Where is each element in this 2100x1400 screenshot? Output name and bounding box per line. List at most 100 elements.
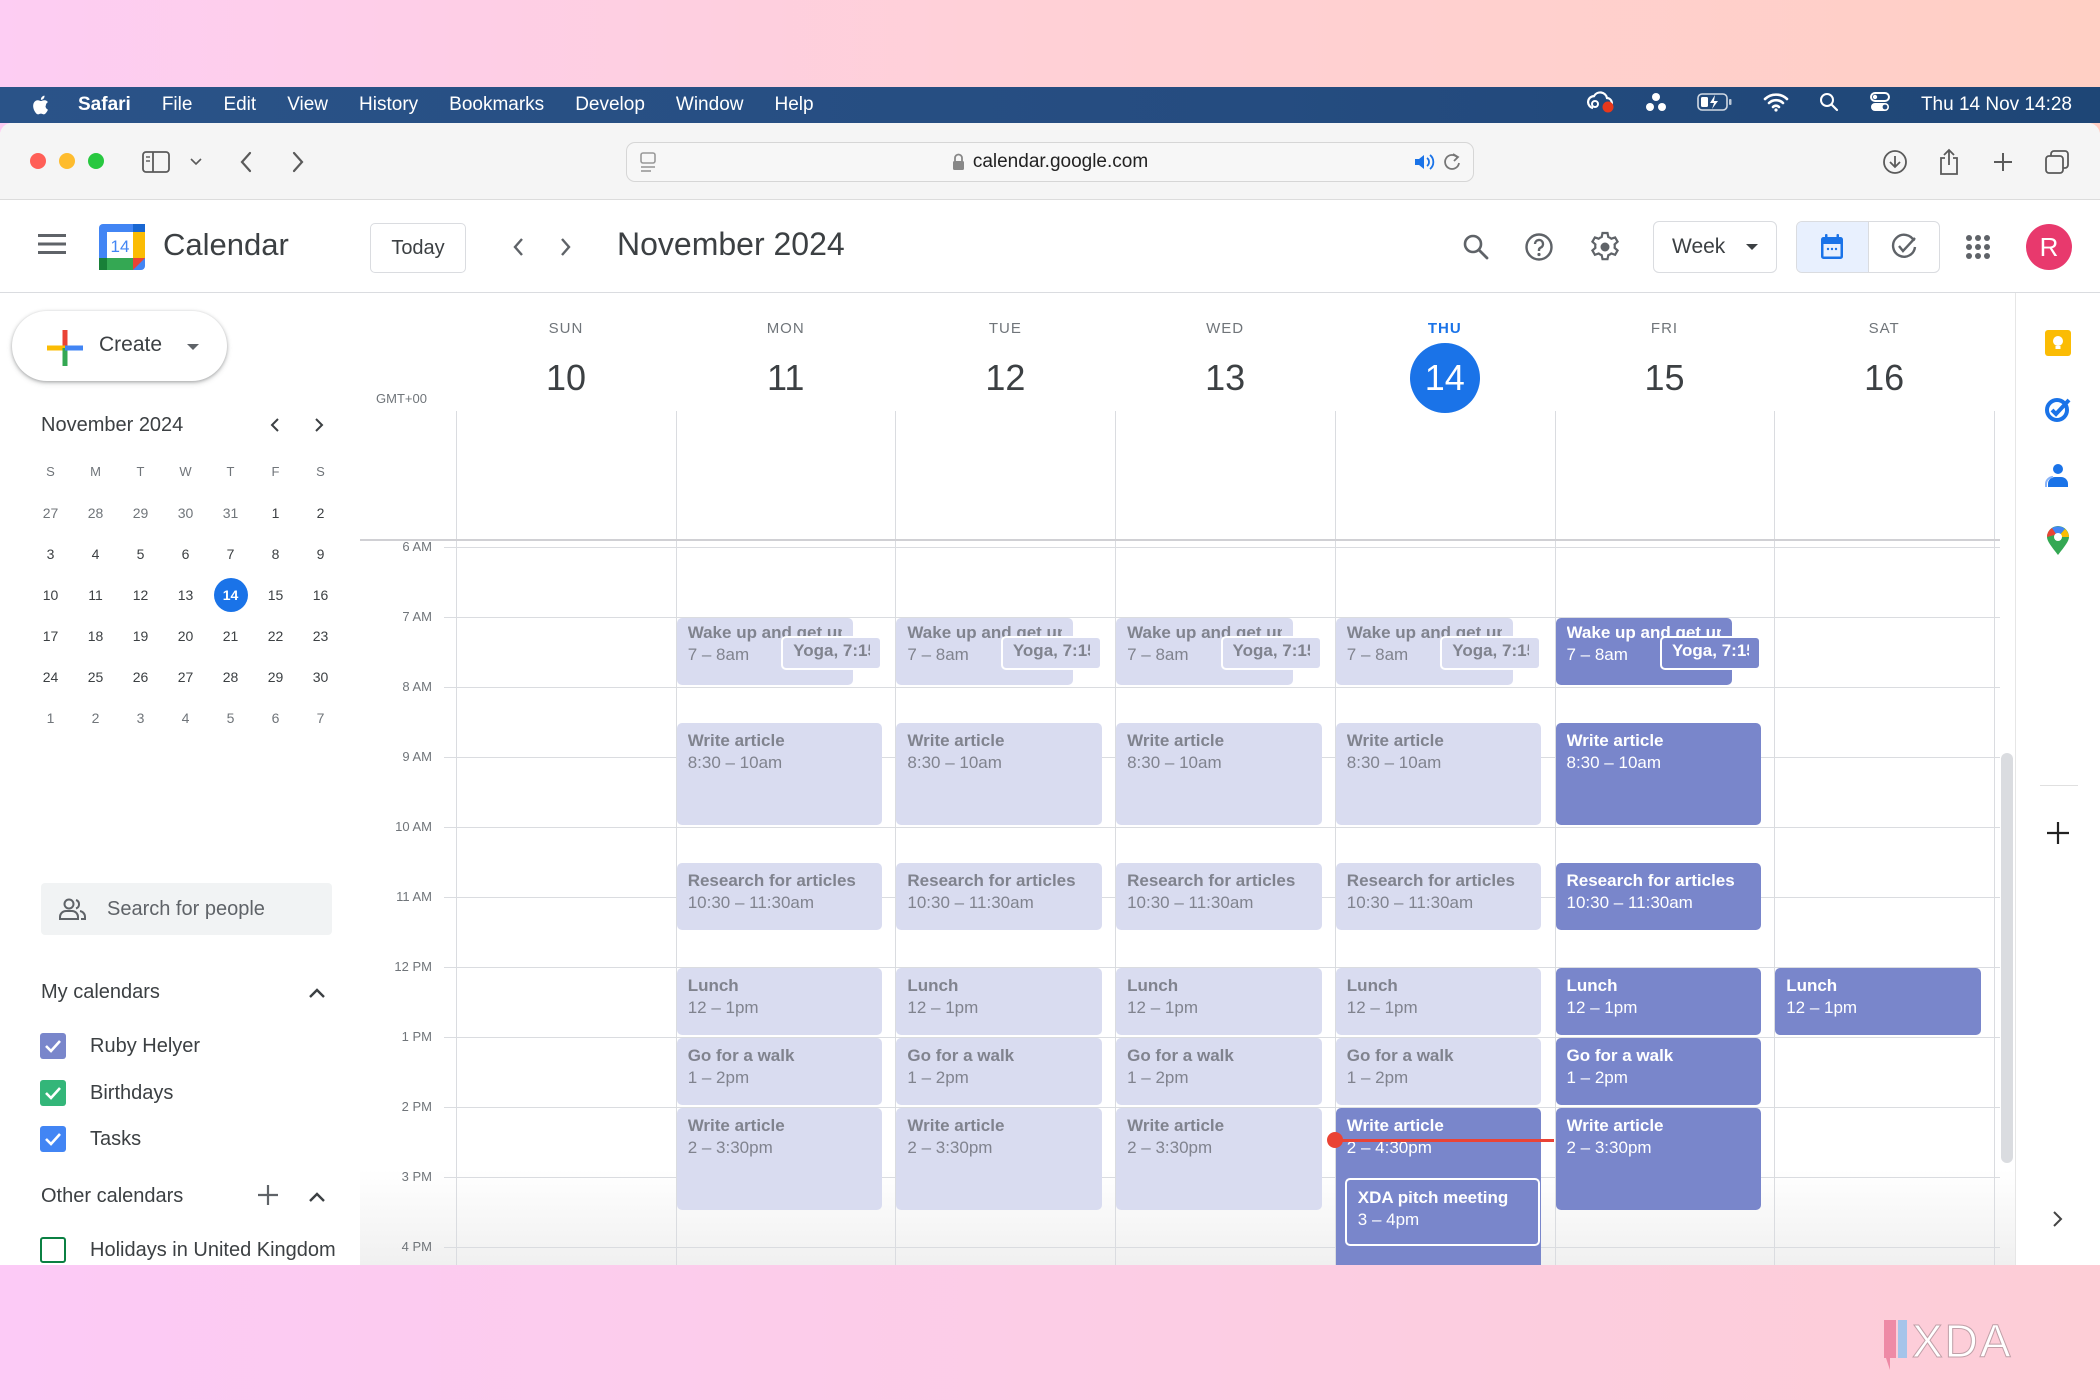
calendar-event[interactable]: Yoga, 7:15am [1000, 635, 1103, 670]
menu-safari[interactable]: Safari [78, 94, 131, 116]
mini-calendar-day[interactable]: 2 [298, 495, 343, 531]
calendar-event[interactable]: Research for articles 10:30 – 11:30am [896, 863, 1103, 930]
calendar-event[interactable]: Lunch 12 – 1pm [1555, 968, 1762, 1035]
mini-calendar-day[interactable]: 3 [28, 536, 73, 572]
mini-calendar-day[interactable]: 23 [298, 618, 343, 654]
mini-calendar-day[interactable]: 7 [298, 700, 343, 736]
sidebar-toggle-icon[interactable] [141, 147, 171, 177]
account-avatar[interactable]: R [2026, 224, 2072, 270]
mini-calendar-day[interactable]: 29 [118, 495, 163, 531]
day-header-mon[interactable]: MON 11 [676, 293, 896, 413]
mini-calendar-day[interactable]: 10 [28, 577, 73, 613]
google-calendar-logo[interactable]: 14 [99, 224, 145, 270]
mini-calendar-day[interactable]: 16 [298, 577, 343, 613]
calendar-item-tasks[interactable]: Tasks [40, 1126, 141, 1152]
mini-calendar-prev-button[interactable] [263, 413, 287, 437]
calendar-event[interactable]: Go for a walk 1 – 2pm [676, 1038, 883, 1105]
day-header-sun[interactable]: SUN 10 [456, 293, 676, 413]
vertical-scrollbar[interactable] [2001, 753, 2013, 1163]
calendar-event[interactable]: Research for articles 10:30 – 11:30am [1116, 863, 1322, 930]
checkbox-checked-icon[interactable] [40, 1126, 66, 1152]
zoom-window-button[interactable] [88, 153, 104, 169]
calendar-event[interactable]: Write article 2 – 3:30pm [896, 1108, 1103, 1210]
calendar-event[interactable]: Go for a walk 1 – 2pm [896, 1038, 1103, 1105]
tab-overview-icon[interactable] [2043, 147, 2071, 177]
checkbox-checked-icon[interactable] [40, 1080, 66, 1106]
calendar-event[interactable]: Lunch 12 – 1pm [1775, 968, 1981, 1035]
creative-cloud-icon[interactable] [1586, 90, 1615, 120]
calendar-event[interactable]: Lunch 12 – 1pm [896, 968, 1103, 1035]
day-number[interactable]: 13 [1190, 343, 1260, 413]
day-number[interactable]: 16 [1849, 343, 1919, 413]
mini-calendar-day[interactable]: 9 [298, 536, 343, 572]
mini-calendar-day[interactable]: 6 [163, 536, 208, 572]
mini-calendar-day[interactable]: 22 [253, 618, 298, 654]
mini-calendar-day[interactable]: 3 [118, 700, 163, 736]
calendar-item-birthdays[interactable]: Birthdays [40, 1080, 173, 1106]
address-bar[interactable]: calendar.google.com [626, 142, 1474, 182]
calendar-event[interactable]: XDA pitch meeting 3 – 4pm [1344, 1178, 1541, 1246]
calendar-event[interactable]: Yoga, 7:15am [1659, 635, 1762, 670]
forward-button[interactable] [288, 147, 308, 177]
apple-logo-icon[interactable] [30, 94, 52, 116]
menu-edit[interactable]: Edit [223, 94, 256, 116]
settings-gear-icon[interactable] [1588, 230, 1622, 264]
close-window-button[interactable] [30, 153, 46, 169]
calendar-event[interactable]: Research for articles 10:30 – 11:30am [676, 863, 883, 930]
day-number-today[interactable]: 14 [1409, 343, 1480, 413]
day-header-wed[interactable]: WED 13 [1115, 293, 1335, 413]
menu-develop[interactable]: Develop [575, 94, 645, 116]
contacts-icon[interactable] [2042, 459, 2074, 491]
day-header-thu[interactable]: THU 14 [1335, 293, 1555, 413]
day-number[interactable]: 12 [970, 343, 1040, 413]
mini-calendar-day-today[interactable]: 14 [208, 577, 253, 613]
my-calendars-title[interactable]: My calendars [41, 981, 160, 1004]
mini-calendar-day[interactable]: 20 [163, 618, 208, 654]
mini-calendar-day[interactable]: 17 [28, 618, 73, 654]
day-number[interactable]: 11 [751, 343, 821, 413]
keep-icon[interactable] [2042, 327, 2074, 359]
tasks-view-toggle[interactable] [1869, 222, 1940, 272]
control-center-icon[interactable] [1869, 91, 1891, 119]
mini-calendar-day[interactable]: 30 [163, 495, 208, 531]
day-number[interactable]: 10 [531, 343, 601, 413]
calendar-item-ruby-helyer[interactable]: Ruby Helyer [40, 1033, 200, 1059]
calendar-event[interactable]: Research for articles 10:30 – 11:30am [1555, 863, 1762, 930]
mini-calendar-day[interactable]: 12 [118, 577, 163, 613]
mini-calendar-day[interactable]: 19 [118, 618, 163, 654]
tasks-icon[interactable] [2042, 393, 2074, 425]
calendar-event[interactable]: Lunch 12 – 1pm [1335, 968, 1542, 1035]
calendar-event[interactable]: Yoga, 7:15am [1440, 635, 1542, 670]
menu-file[interactable]: File [162, 94, 193, 116]
calendar-event[interactable]: Write article 2 – 3:30pm [676, 1108, 883, 1210]
calendar-event[interactable]: Write article 8:30 – 10am [1335, 723, 1542, 825]
mini-calendar-day[interactable]: 11 [73, 577, 118, 613]
mini-calendar-day[interactable]: 21 [208, 618, 253, 654]
collapse-my-calendars-icon[interactable] [305, 981, 329, 1005]
new-tab-icon[interactable] [1990, 147, 2016, 177]
today-button[interactable]: Today [370, 223, 466, 273]
mini-calendar-day[interactable]: 5 [118, 536, 163, 572]
maps-icon[interactable] [2042, 525, 2074, 557]
view-selector-dropdown[interactable]: Week [1653, 221, 1777, 273]
calendar-item-holidays-uk[interactable]: Holidays in United Kingdom [40, 1237, 336, 1263]
mini-calendar-day[interactable]: 27 [28, 495, 73, 531]
calendar-event[interactable]: Research for articles 10:30 – 11:30am [1335, 863, 1542, 930]
calendar-event[interactable]: Yoga, 7:15am [1220, 635, 1322, 670]
calendar-event[interactable]: Write article 8:30 – 10am [676, 723, 883, 825]
expand-side-panel-icon[interactable] [2042, 1203, 2074, 1235]
menu-view[interactable]: View [287, 94, 328, 116]
calendar-view-toggle[interactable] [1797, 222, 1869, 272]
calendar-event[interactable]: Lunch 12 – 1pm [1116, 968, 1322, 1035]
mini-calendar-day[interactable]: 28 [73, 495, 118, 531]
page-menu-icon[interactable] [639, 152, 657, 180]
battery-charging-icon[interactable] [1697, 93, 1733, 117]
calendar-event[interactable]: Yoga, 7:15am [781, 635, 883, 670]
minimize-window-button[interactable] [59, 153, 75, 169]
control-dots-icon[interactable] [1645, 92, 1667, 118]
mini-calendar-day[interactable]: 28 [208, 659, 253, 695]
help-icon[interactable] [1522, 230, 1556, 264]
calendar-event[interactable]: Write article 2 – 3:30pm [1555, 1108, 1762, 1210]
google-apps-icon[interactable] [1965, 234, 1991, 260]
mini-calendar-day[interactable]: 4 [73, 536, 118, 572]
